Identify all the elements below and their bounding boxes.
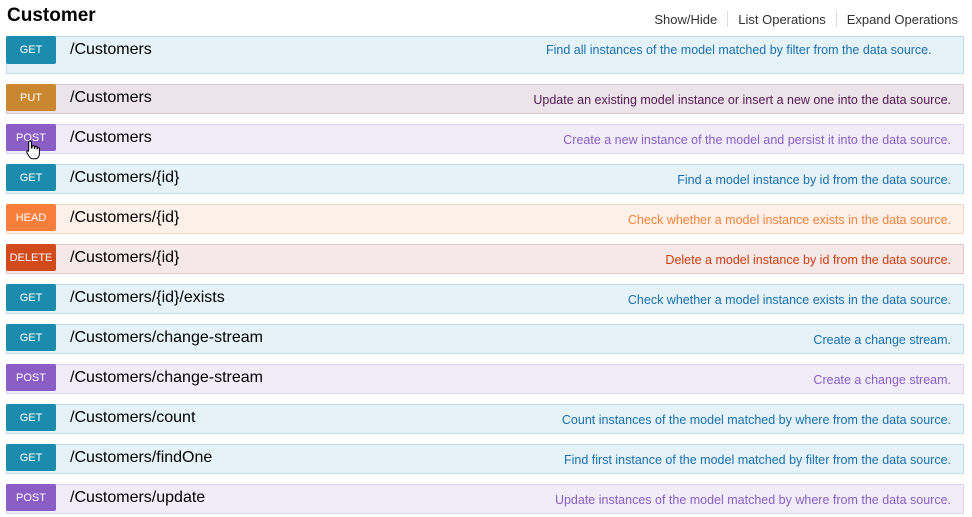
operation-get-change-stream[interactable]: GET /Customers/change-stream Create a ch… [6, 324, 964, 354]
operation-path[interactable]: /Customers/{id} [70, 209, 179, 227]
method-badge[interactable]: DELETE [6, 244, 56, 271]
operation-path[interactable]: /Customers [70, 41, 152, 59]
operation-path[interactable]: /Customers/{id} [70, 169, 179, 187]
operation-post-update[interactable]: POST /Customers/update Update instances … [6, 484, 964, 514]
hand-cursor-icon [26, 140, 40, 160]
operation-get-customers[interactable]: GET /Customers Find all instances of the… [6, 36, 964, 74]
expand-operations-link[interactable]: Expand Operations [837, 12, 958, 27]
operation-head-customer-by-id[interactable]: HEAD /Customers/{id} Check whether a mod… [6, 204, 964, 234]
operation-description: Check whether a model instance exists in… [627, 213, 951, 227]
operation-description: Check whether a model instance exists in… [627, 293, 951, 307]
operation-put-customers[interactable]: PUT /Customers Update an existing model … [6, 84, 964, 114]
method-badge[interactable]: GET [6, 164, 56, 191]
resource-title[interactable]: Customer [7, 5, 96, 27]
resource-links: Show/Hide List Operations Expand Operati… [644, 11, 958, 27]
resource-header: Customer Show/Hide List Operations Expan… [0, 0, 972, 36]
method-badge[interactable]: GET [6, 36, 56, 64]
operation-description: Find first instance of the model matched… [564, 453, 951, 467]
operation-get-find-one[interactable]: GET /Customers/findOne Find first instan… [6, 444, 964, 474]
method-badge[interactable]: GET [6, 324, 56, 351]
operation-description: Create a change stream. [813, 333, 951, 347]
operation-get-customer-by-id[interactable]: GET /Customers/{id} Find a model instanc… [6, 164, 964, 194]
method-badge[interactable]: GET [6, 284, 56, 311]
operation-path[interactable]: /Customers [70, 89, 152, 107]
operation-description: Create a new instance of the model and p… [563, 133, 951, 147]
operation-description: Count instances of the model matched by … [561, 413, 951, 427]
operation-path[interactable]: /Customers/findOne [70, 449, 212, 467]
method-badge[interactable]: POST [6, 484, 56, 511]
method-badge[interactable]: PUT [6, 84, 56, 111]
operation-description: Find all instances of the model matched … [546, 43, 932, 57]
operation-path[interactable]: /Customers/{id} [70, 249, 179, 267]
method-badge[interactable]: GET [6, 404, 56, 431]
operation-path[interactable]: /Customers/update [70, 489, 205, 507]
operation-description: Delete a model instance by id from the d… [665, 253, 951, 267]
operation-description: Create a change stream. [813, 373, 951, 387]
operation-post-change-stream[interactable]: POST /Customers/change-stream Create a c… [6, 364, 964, 394]
operation-path[interactable]: /Customers/change-stream [70, 369, 263, 387]
operation-get-count[interactable]: GET /Customers/count Count instances of … [6, 404, 964, 434]
operation-description: Update an existing model instance or ins… [533, 93, 951, 107]
list-operations-link[interactable]: List Operations [728, 12, 835, 27]
operation-post-customers[interactable]: POST /Customers Create a new instance of… [6, 124, 964, 154]
method-badge[interactable]: GET [6, 444, 56, 471]
operation-delete-customer-by-id[interactable]: DELETE /Customers/{id} Delete a model in… [6, 244, 964, 274]
operation-path[interactable]: /Customers/change-stream [70, 329, 263, 347]
method-badge[interactable]: POST [6, 364, 56, 391]
operation-get-customer-exists[interactable]: GET /Customers/{id}/exists Check whether… [6, 284, 964, 314]
show-hide-link[interactable]: Show/Hide [644, 12, 727, 27]
operation-path[interactable]: /Customers [70, 129, 152, 147]
operation-path[interactable]: /Customers/{id}/exists [70, 289, 225, 307]
operation-description: Find a model instance by id from the dat… [677, 173, 951, 187]
operation-description: Update instances of the model matched by… [554, 493, 951, 507]
operation-path[interactable]: /Customers/count [70, 409, 195, 427]
method-badge[interactable]: HEAD [6, 204, 56, 231]
